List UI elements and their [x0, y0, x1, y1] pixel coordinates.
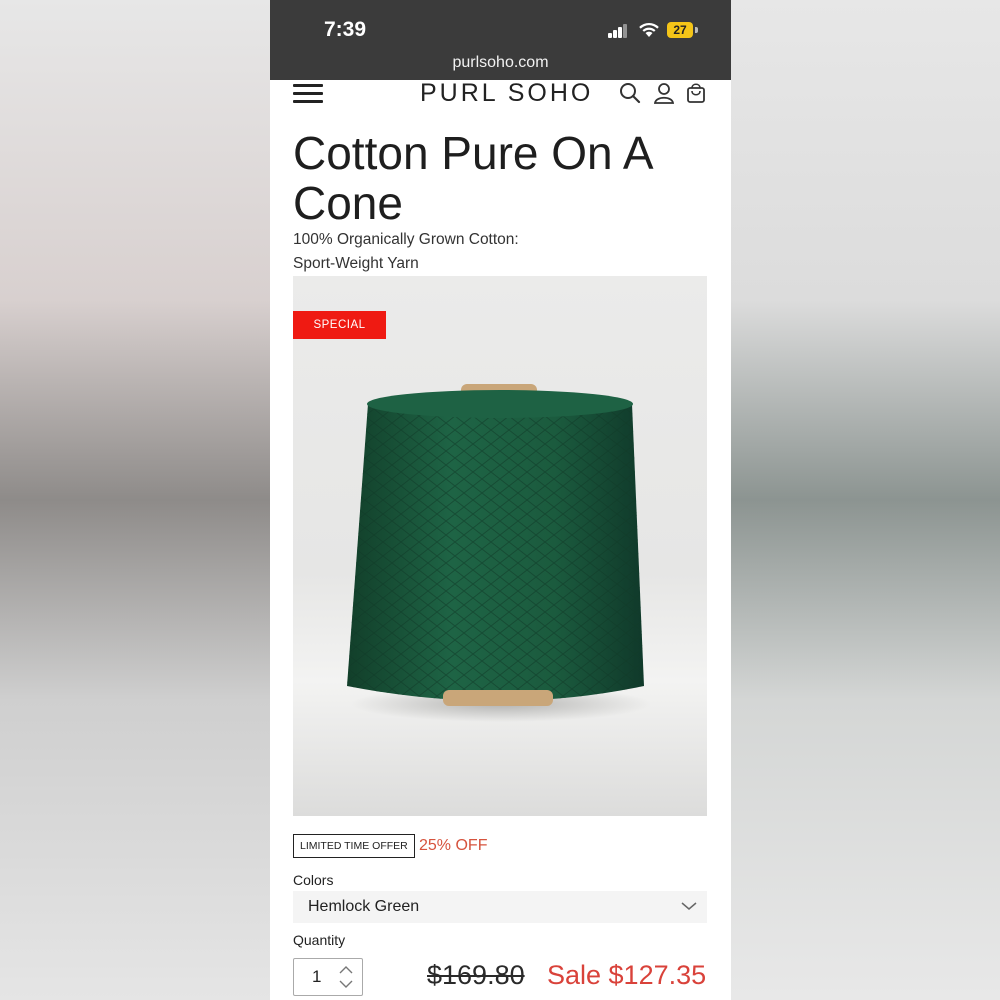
quantity-value[interactable]: 1 [312, 967, 321, 987]
product-subtitle-line-1: 100% Organically Grown Cotton: [293, 231, 519, 248]
yarn-cone-illustration [347, 384, 651, 722]
sale-price: Sale $127.35 [547, 960, 707, 990]
product-title: Cotton Pure On A Cone [293, 127, 652, 229]
limited-time-offer-badge: LIMITED TIME OFFER [293, 834, 415, 858]
battery-tip [695, 27, 698, 33]
signal-icon [608, 24, 628, 38]
quantity-arrows-icon[interactable] [338, 963, 354, 991]
colors-label: Colors [293, 872, 334, 888]
product-subtitle: 100% Organically Grown Cotton: Sport-Wei… [293, 228, 713, 276]
background-blur-right [731, 0, 1000, 1000]
site-header: PURL SOHO [270, 79, 731, 120]
product-subtitle-line-2: Sport-Weight Yarn [293, 255, 419, 272]
cart-icon[interactable] [686, 82, 706, 104]
phone-screen: 7:39 27 purlsoho.com PURL SOHO Cotton Pu… [270, 0, 731, 1000]
search-icon[interactable] [619, 82, 641, 104]
color-select[interactable]: Hemlock Green [293, 891, 707, 923]
battery-indicator: 27 [667, 22, 693, 38]
chevron-down-icon [681, 902, 697, 910]
quantity-stepper[interactable]: 1 [293, 958, 363, 996]
address-bar-url[interactable]: purlsoho.com [270, 54, 731, 72]
offer-row: LIMITED TIME OFFER 25% OFF [293, 834, 713, 860]
status-bar: 7:39 27 purlsoho.com [270, 0, 731, 80]
quantity-label: Quantity [293, 932, 346, 948]
product-image[interactable]: SPECIAL [293, 276, 707, 816]
site-logo[interactable]: PURL SOHO [420, 79, 593, 108]
special-badge: SPECIAL [293, 311, 386, 339]
color-selected-value: Hemlock Green [308, 898, 420, 915]
account-icon[interactable] [653, 82, 675, 104]
discount-percent: 25% OFF [419, 837, 488, 854]
original-price: $169.80 [427, 960, 525, 990]
menu-icon[interactable] [293, 84, 323, 104]
background-blur-left [0, 0, 270, 1000]
wifi-icon [639, 22, 659, 37]
status-time: 7:39 [324, 18, 367, 41]
